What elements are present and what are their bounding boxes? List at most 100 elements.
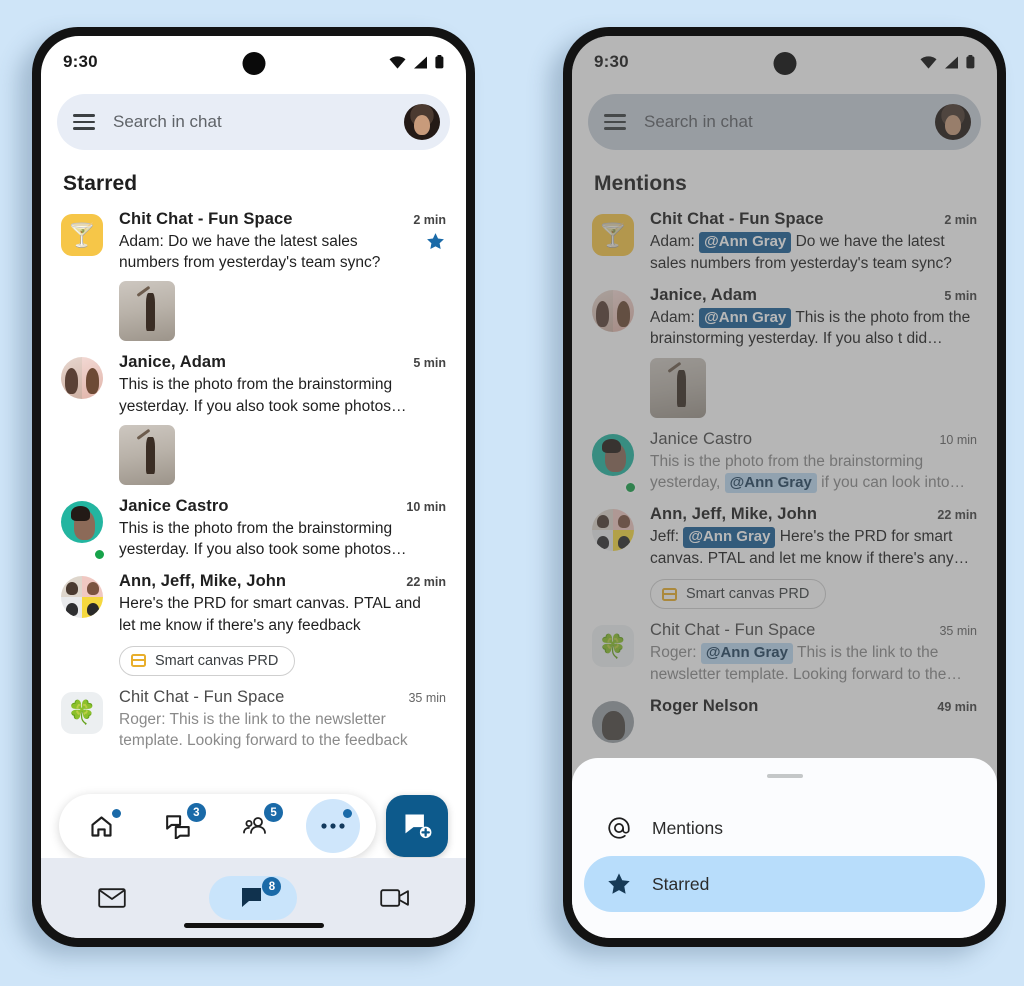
message-image-thumbnail[interactable]: [650, 357, 706, 418]
list-item[interactable]: 🍀 Chit Chat - Fun Space 35 min Roger: Th…: [55, 680, 452, 755]
status-icons: [920, 55, 975, 69]
status-time: 9:30: [594, 52, 629, 71]
space-emoji-avatar: 🍀: [592, 625, 634, 668]
search-input[interactable]: Search in chat: [644, 112, 935, 132]
attachment-chip[interactable]: Smart canvas PRD: [650, 579, 827, 610]
battery-icon: [966, 55, 975, 69]
status-bar: 9:30: [572, 36, 997, 88]
timestamp: 35 min: [408, 690, 446, 705]
camera-punch-hole: [773, 52, 796, 75]
home-icon: [91, 815, 112, 837]
bottom-nav-mail[interactable]: [68, 876, 156, 920]
sheet-option-starred[interactable]: Starred: [584, 856, 985, 912]
nav-chat[interactable]: 3: [152, 799, 206, 853]
list-item[interactable]: Ann, Jeff, Mike, John 22 min Here's the …: [55, 564, 452, 679]
chat-list-starred: 🍸 Chit Chat - Fun Space 2 min Adam: Do w…: [41, 202, 466, 755]
more-dots-icon: [321, 823, 345, 829]
list-item[interactable]: 🍸 Chit Chat - Fun Space 2 min Adam: Do w…: [55, 202, 452, 345]
list-item-body: Janice Castro 10 min This is the photo f…: [636, 430, 977, 494]
message-snippet: Adam: @Ann Gray This is the photo from t…: [650, 305, 977, 350]
list-item[interactable]: Roger Nelson 49 min: [586, 689, 983, 747]
list-item[interactable]: Janice Castro 10 min This is the photo f…: [55, 489, 452, 564]
timestamp: 10 min: [939, 432, 977, 447]
snippet-text: This is the photo from the brainstorming…: [650, 308, 971, 348]
list-item-body: Janice, Adam 5 min This is the photo fro…: [105, 353, 446, 485]
list-item[interactable]: Janice, Adam 5 min This is the photo fro…: [55, 345, 452, 488]
chat-name: Chit Chat - Fun Space: [650, 210, 824, 228]
list-item-body: Chit Chat - Fun Space 35 min Roger: @Ann…: [636, 621, 977, 685]
list-item-body: Ann, Jeff, Mike, John 22 min Jeff: @Ann …: [636, 505, 977, 610]
attachment-chip[interactable]: Smart canvas PRD: [119, 645, 296, 676]
list-item[interactable]: 🍸 Chit Chat - Fun Space 2 min Adam: @Ann…: [586, 202, 983, 278]
page-title-starred: Starred: [63, 172, 138, 195]
message-snippet: Roger: @Ann Gray This is the link to the…: [650, 640, 977, 685]
list-item-body: Janice, Adam 5 min Adam: @Ann Gray This …: [636, 286, 977, 418]
message-snippet: Adam: Do we have the latest sales number…: [119, 233, 381, 272]
chat-name: Ann, Jeff, Mike, John: [650, 505, 818, 524]
list-item[interactable]: Janice Castro 10 min This is the photo f…: [586, 422, 983, 498]
account-avatar[interactable]: [404, 104, 440, 140]
sheet-option-mentions[interactable]: Mentions: [584, 800, 985, 856]
bottom-nav-meet[interactable]: [351, 876, 439, 920]
avatar: [61, 500, 106, 562]
message-snippet: This is the photo from the brainstorming…: [119, 376, 407, 415]
list-item-header: Chit Chat - Fun Space 2 min: [650, 210, 977, 229]
hamburger-menu-icon[interactable]: [73, 114, 95, 130]
timestamp: 5 min: [413, 356, 446, 371]
group-avatar-duo: [61, 357, 103, 400]
snippet-text: This is the link to the newsletter templ…: [650, 644, 962, 683]
sender-prefix: Adam:: [650, 308, 695, 326]
video-camera-icon: [380, 889, 410, 907]
mention-tag: @Ann Gray: [683, 527, 776, 548]
phone-left-screen: 9:30 Search in chat Starred 🍸 Chit Chat …: [41, 36, 466, 938]
person-avatar: [592, 433, 634, 476]
sheet-option-label: Mentions: [652, 817, 724, 838]
chat-name: Ann, Jeff, Mike, John: [119, 572, 287, 591]
nav-spaces[interactable]: 5: [229, 799, 284, 853]
message-image-thumbnail[interactable]: [119, 424, 175, 485]
message-snippet: This is the photo from the brainstorming…: [119, 519, 407, 559]
screenshot-stage: 9:30 Search in chat Starred 🍸 Chit Chat …: [0, 0, 1024, 986]
nav-more[interactable]: [306, 799, 361, 853]
list-item-header: Roger Nelson 49 min: [650, 697, 977, 716]
compose-new-chat-button[interactable]: [386, 795, 448, 857]
list-item-body: Roger Nelson 49 min: [636, 697, 977, 743]
wifi-icon: [920, 55, 937, 69]
star-icon[interactable]: [425, 229, 446, 252]
list-item[interactable]: Janice, Adam 5 min Adam: @Ann Gray This …: [586, 278, 983, 422]
avatar: 🍸: [61, 214, 105, 341]
message-image-thumbnail[interactable]: [119, 281, 175, 342]
list-item-header: Chit Chat - Fun Space 35 min: [650, 621, 977, 640]
phone-left: 9:30 Search in chat Starred 🍸 Chit Chat …: [32, 27, 475, 947]
nav-home-dot-badge: [111, 809, 121, 818]
avatar: [592, 509, 636, 609]
account-avatar[interactable]: [935, 104, 971, 140]
mention-tag: @Ann Gray: [700, 643, 793, 664]
bottom-nav-chat[interactable]: 8: [209, 876, 298, 920]
avatar: [61, 576, 105, 675]
sender-prefix: Adam:: [650, 233, 695, 250]
search-input[interactable]: Search in chat: [113, 112, 404, 132]
list-item[interactable]: Ann, Jeff, Mike, John 22 min Jeff: @Ann …: [586, 497, 983, 613]
timestamp: 35 min: [939, 624, 977, 639]
chat-name: Chit Chat - Fun Space: [119, 687, 285, 706]
list-item-body: Chit Chat - Fun Space 35 min Roger: This…: [105, 688, 446, 751]
gesture-bar[interactable]: [183, 923, 324, 928]
list-item[interactable]: 🍀 Chit Chat - Fun Space 35 min Roger: @A…: [586, 613, 983, 689]
hamburger-menu-icon[interactable]: [604, 114, 626, 130]
camera-punch-hole: [242, 52, 265, 75]
signal-icon: [944, 56, 959, 69]
drag-handle[interactable]: [766, 774, 803, 778]
nav-home[interactable]: [75, 799, 129, 853]
space-emoji-avatar: 🍸: [592, 214, 634, 256]
space-emoji-avatar: 🍀: [61, 691, 103, 734]
person-avatar: [592, 700, 634, 743]
at-sign-icon: [606, 815, 640, 841]
search-bar[interactable]: Search in chat: [57, 94, 450, 150]
group-avatar-duo: [592, 289, 634, 332]
search-bar[interactable]: Search in chat: [588, 94, 981, 150]
star-icon: [606, 871, 640, 897]
avatar: [61, 357, 105, 484]
status-icons: [389, 55, 444, 69]
floating-nav-pill: 3 5: [59, 794, 376, 858]
